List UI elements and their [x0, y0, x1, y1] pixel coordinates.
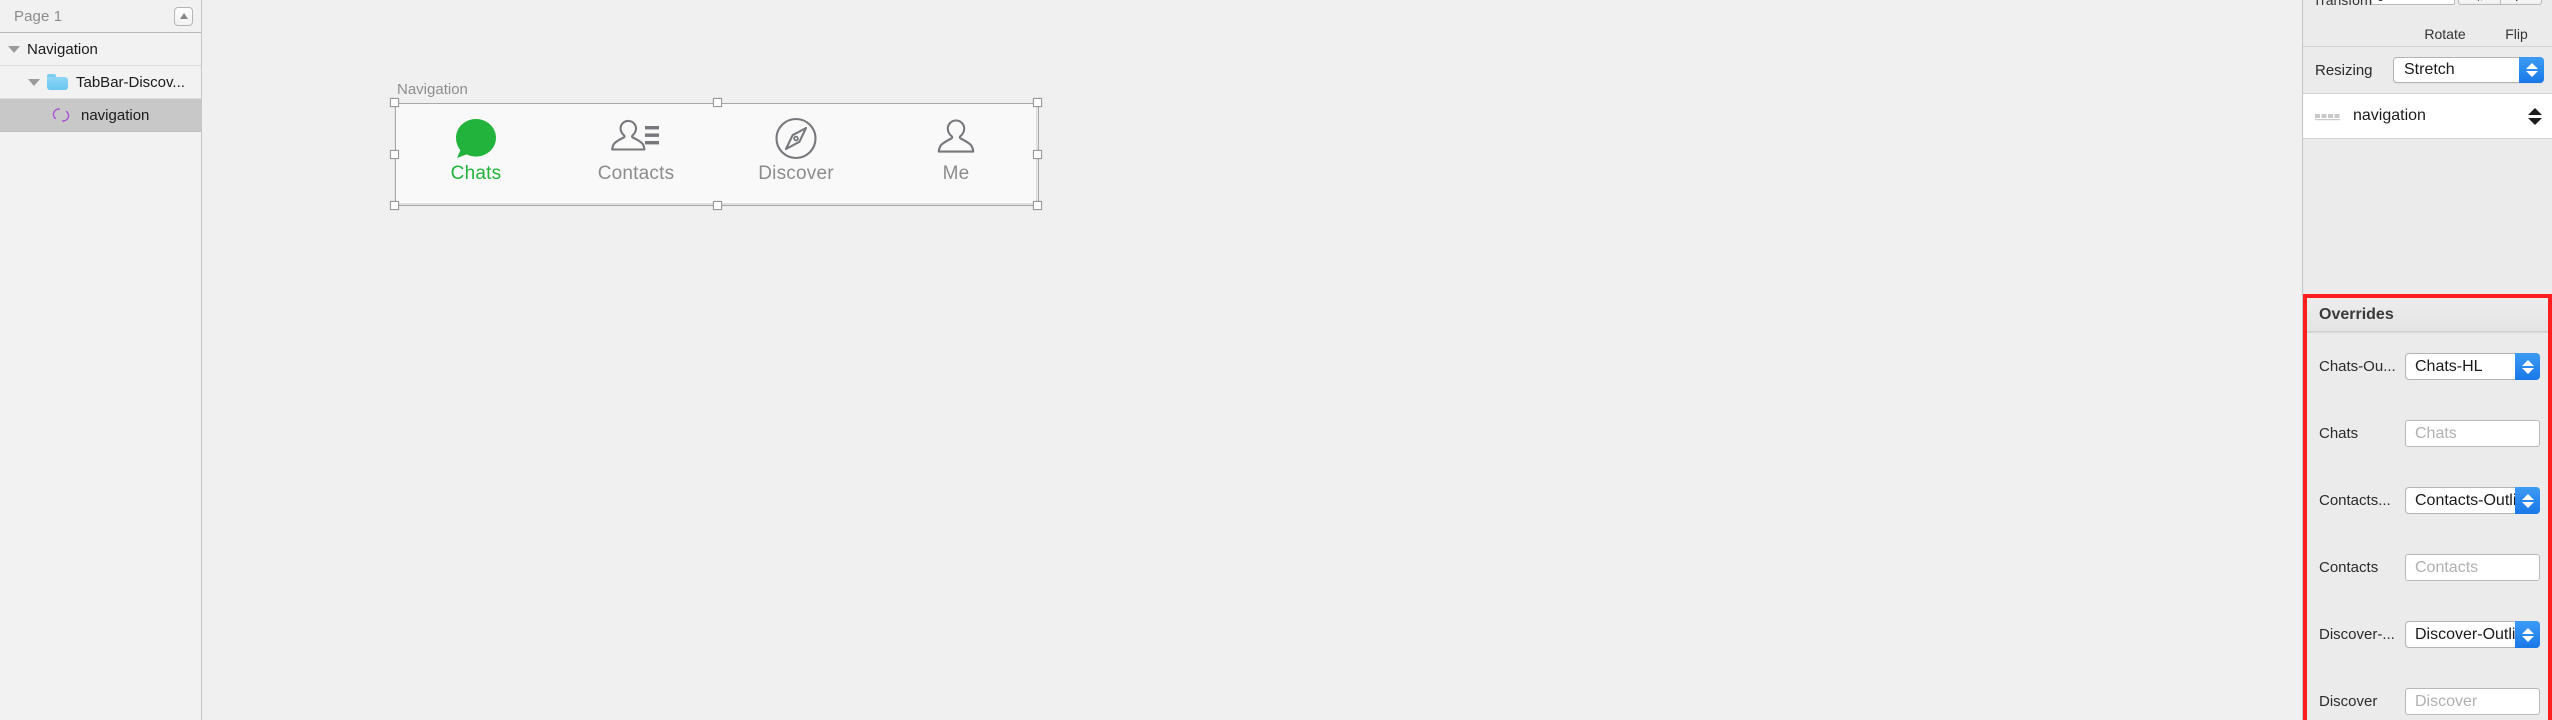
- rotate-caption: Rotate: [2424, 26, 2466, 42]
- resize-handle-n[interactable]: [713, 98, 722, 107]
- override-row-discover-outline: Discover-... Discover-Outline: [2307, 601, 2548, 668]
- resizing-value: Stretch: [2404, 61, 2455, 78]
- override-input-discover[interactable]: Discover: [2405, 688, 2540, 715]
- layer-label: TabBar-Discov...: [76, 73, 185, 91]
- chevron-up-icon: [2521, 493, 2534, 500]
- chat-bubble-icon: [453, 117, 499, 161]
- page-selector[interactable]: Page 1: [0, 0, 201, 33]
- resizing-section: Resizing Stretch: [2303, 47, 2552, 94]
- symbol-name: navigation: [2353, 107, 2426, 124]
- override-stepper[interactable]: [2515, 487, 2540, 514]
- override-row-chats-outline: Chats-Ou... Chats-HL: [2307, 333, 2548, 400]
- tab-me[interactable]: Me: [876, 104, 1036, 203]
- sketch-app-window: Page 1 Navigation TabBar-Discov... navig…: [0, 0, 2552, 720]
- sidebar-item-navigation-group[interactable]: Navigation: [0, 33, 201, 66]
- disclosure-triangle-icon[interactable]: [8, 45, 20, 53]
- overrides-title: Overrides: [2307, 298, 2548, 332]
- chevron-down-icon: [2521, 635, 2534, 642]
- resizing-label: Resizing: [2315, 61, 2373, 79]
- override-row-contacts-text: Contacts Contacts: [2307, 534, 2548, 601]
- transform-section: Transform 0 Rotate Flip: [2303, 0, 2552, 47]
- override-placeholder: Discover: [2415, 692, 2478, 710]
- transform-row: Transform 0: [2303, 0, 2552, 22]
- flip-vertical-button[interactable]: [2500, 0, 2542, 5]
- sidebar-item-navigation-symbol[interactable]: navigation: [0, 99, 201, 132]
- triangle-up-glyph: [179, 13, 188, 19]
- compass-icon: [773, 117, 819, 161]
- artboard-navigation[interactable]: Chats Contacts Discover Me: [390, 98, 1042, 210]
- inspector-panel: Transform 0 Rotate Flip Res: [2302, 0, 2552, 720]
- tab-label: Discover: [758, 163, 834, 184]
- override-label: Contacts: [2319, 559, 2379, 576]
- tab-label: Contacts: [597, 163, 675, 184]
- layers-sidebar: Page 1 Navigation TabBar-Discov... navig…: [0, 0, 202, 720]
- layer-label: Navigation: [27, 40, 98, 58]
- flip-buttons: [2458, 0, 2542, 5]
- override-stepper[interactable]: [2515, 621, 2540, 648]
- tab-label: Chats: [450, 163, 502, 184]
- chevron-down-icon: [2525, 71, 2538, 77]
- tab-chats[interactable]: Chats: [396, 104, 556, 203]
- resizing-select[interactable]: Stretch: [2393, 57, 2544, 83]
- symbol-swap-icon: [2315, 114, 2340, 121]
- canvas-area[interactable]: Navigation Chats Contacts Discover Me: [202, 0, 2302, 720]
- override-row-contacts-outline: Contacts... Contacts-Outline: [2307, 467, 2548, 534]
- resize-handle-sw[interactable]: [390, 201, 399, 210]
- resize-handle-se[interactable]: [1033, 201, 1042, 210]
- symbol-instance-row[interactable]: navigation: [2303, 94, 2552, 139]
- overrides-section: Overrides Chats-Ou... Chats-HL Chats Cha…: [2303, 294, 2552, 720]
- override-label: Contacts...: [2319, 492, 2391, 509]
- resize-handle-s[interactable]: [713, 201, 722, 210]
- resize-handle-w[interactable]: [390, 150, 399, 159]
- override-placeholder: Contacts: [2415, 558, 2479, 576]
- override-row-chats-text: Chats Chats: [2307, 400, 2548, 467]
- chevron-down-icon: [2521, 367, 2534, 374]
- override-select-contacts-outline[interactable]: Contacts-Outline: [2405, 487, 2540, 514]
- flip-caption: Flip: [2505, 26, 2528, 42]
- chevron-up-icon: [2528, 107, 2542, 115]
- resize-handle-nw[interactable]: [390, 98, 399, 107]
- override-row-discover-text: Discover Discover: [2307, 668, 2548, 720]
- chevron-up-icon: [2525, 63, 2538, 69]
- symbol-swap-stepper[interactable]: [2528, 107, 2542, 125]
- contacts-person-list-icon: [611, 117, 661, 161]
- override-label: Chats-Ou...: [2319, 358, 2396, 375]
- tab-label: Me: [942, 163, 970, 184]
- folder-icon: [47, 74, 68, 90]
- transform-captions: Rotate Flip: [2303, 22, 2552, 46]
- layer-label: navigation: [81, 106, 150, 124]
- page-selector-label: Page 1: [14, 7, 63, 25]
- override-placeholder: Chats: [2415, 424, 2457, 442]
- rotate-input[interactable]: 0: [2371, 0, 2455, 5]
- resizing-row: Resizing Stretch: [2303, 47, 2552, 93]
- resize-handle-ne[interactable]: [1033, 98, 1042, 107]
- chevron-down-icon: [2528, 117, 2542, 125]
- override-input-contacts[interactable]: Contacts: [2405, 554, 2540, 581]
- person-icon: [933, 117, 979, 161]
- sidebar-item-tabbar-discover[interactable]: TabBar-Discov...: [0, 66, 201, 99]
- disclosure-triangle-icon[interactable]: [28, 78, 40, 86]
- resize-handle-e[interactable]: [1033, 150, 1042, 159]
- chevron-up-icon: [2521, 627, 2534, 634]
- resizing-stepper[interactable]: [2519, 57, 2544, 83]
- symbol-instance-icon: [52, 107, 70, 123]
- override-input-chats[interactable]: Chats: [2405, 420, 2540, 447]
- chevron-up-icon: [2521, 359, 2534, 366]
- override-label: Discover-...: [2319, 626, 2395, 643]
- override-stepper[interactable]: [2515, 353, 2540, 380]
- chevron-down-icon: [2521, 501, 2534, 508]
- tab-discover[interactable]: Discover: [716, 104, 876, 203]
- artboard-wrapper: Navigation Chats Contacts Discover Me: [390, 81, 1042, 210]
- collapse-up-icon[interactable]: [174, 6, 193, 26]
- flip-horizontal-button[interactable]: [2458, 0, 2500, 5]
- override-select-discover-outline[interactable]: Discover-Outline: [2405, 621, 2540, 648]
- override-select-chats-outline[interactable]: Chats-HL: [2405, 353, 2540, 380]
- tab-bar: Chats Contacts Discover Me: [396, 104, 1036, 203]
- override-label: Discover: [2319, 693, 2378, 710]
- transform-label: Transform: [2313, 0, 2377, 8]
- artboard-name-label[interactable]: Navigation: [397, 81, 468, 98]
- override-value: Chats-HL: [2415, 357, 2483, 375]
- override-label: Chats: [2319, 425, 2359, 442]
- tab-contacts[interactable]: Contacts: [556, 104, 716, 203]
